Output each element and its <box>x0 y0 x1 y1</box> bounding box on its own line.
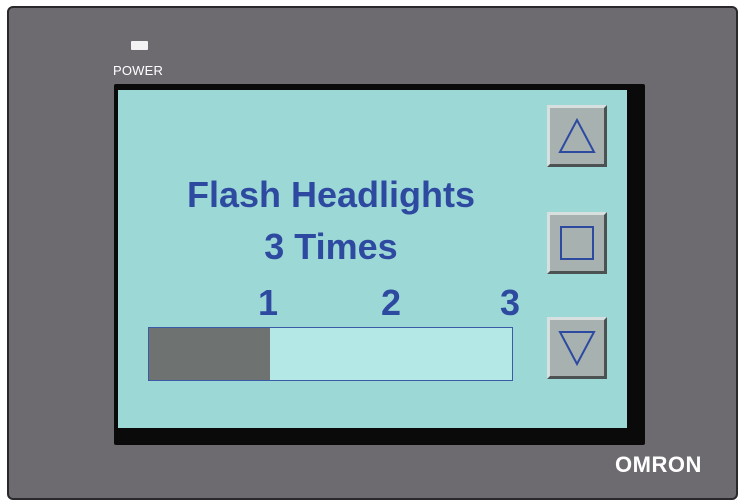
scale-tick-3: 3 <box>500 282 521 323</box>
triangle-up-icon <box>558 118 596 153</box>
square-icon <box>560 226 594 260</box>
message-subtitle: 3 Times <box>264 226 398 267</box>
progress-bar-fill <box>149 328 270 380</box>
message-title: Flash Headlights <box>186 174 476 215</box>
power-label: POWER <box>113 63 164 78</box>
touch-screen: Flash Headlights 3 Times 1 2 3 <box>118 90 627 428</box>
up-button[interactable] <box>547 105 607 167</box>
down-button[interactable] <box>547 317 607 379</box>
progress-bar <box>148 327 513 381</box>
power-indicator-led <box>131 41 148 50</box>
scale-tick-2: 2 <box>381 282 402 323</box>
triangle-down-icon <box>558 331 596 366</box>
stop-button[interactable] <box>547 212 607 274</box>
omron-logo: OMRON <box>615 452 702 477</box>
scale-tick-1: 1 <box>258 282 279 323</box>
